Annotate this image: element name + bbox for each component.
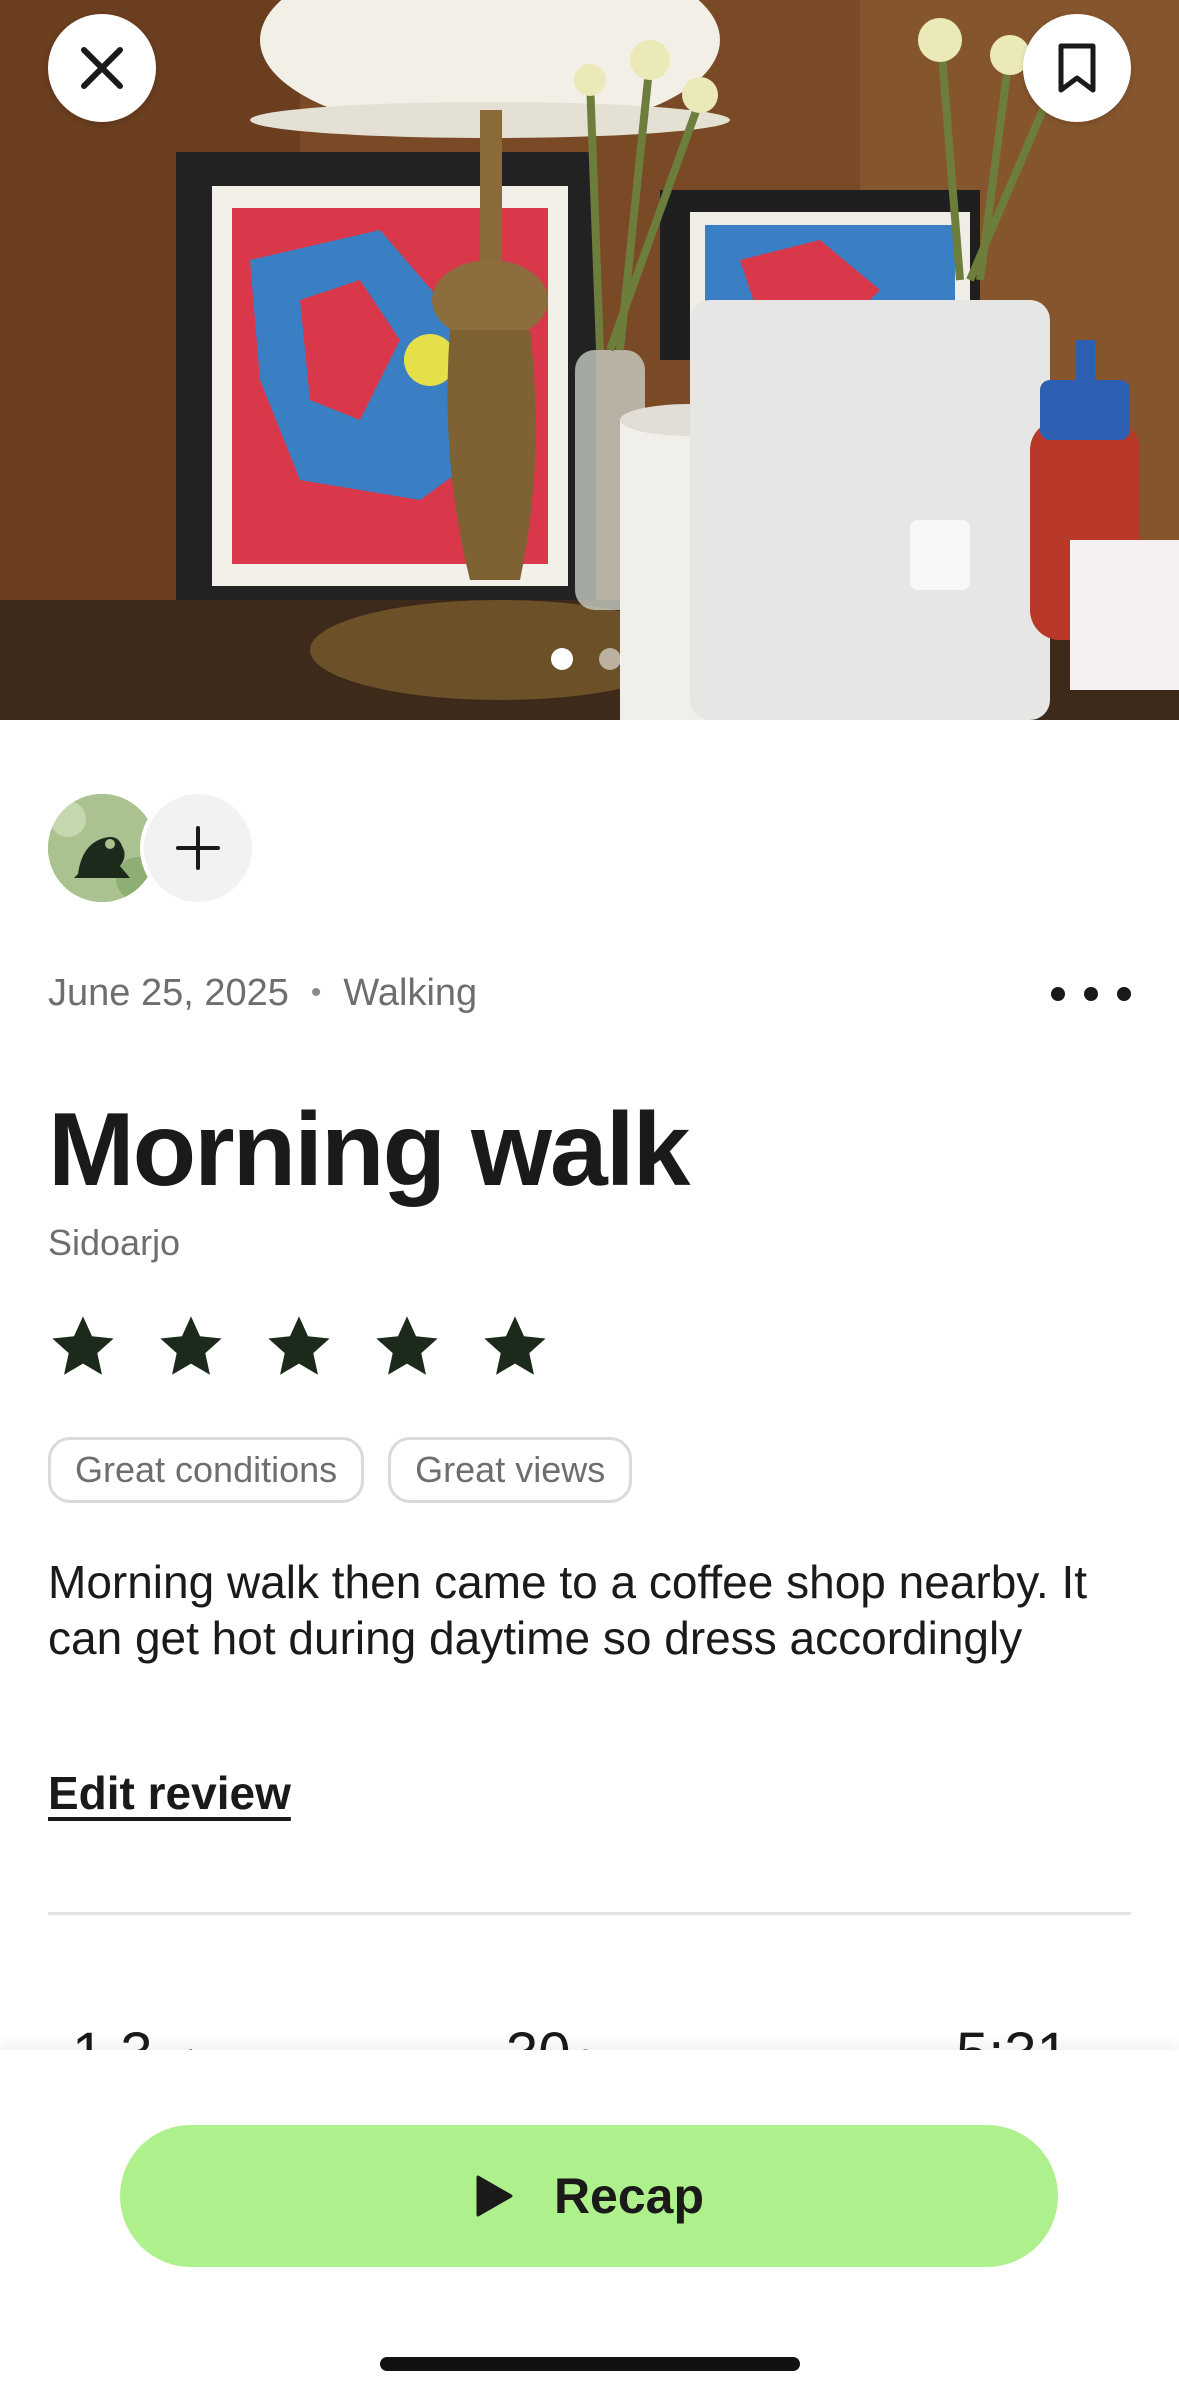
bookmark-button[interactable] (1023, 14, 1131, 122)
more-dot (1084, 987, 1098, 1001)
tag-chip: Great views (388, 1437, 633, 1503)
meta-separator: • (310, 976, 322, 1009)
activity-stats: 1.3mi 30ft 5:31 (0, 2010, 1179, 2050)
carousel-indicator (551, 648, 621, 670)
stat-distance: 1.3mi (72, 2020, 194, 2050)
plus-icon (176, 826, 220, 870)
photo-scene (0, 0, 1179, 720)
activity-photo[interactable] (0, 0, 1179, 720)
recap-button[interactable]: Recap (120, 2125, 1058, 2267)
close-button[interactable] (48, 14, 156, 122)
star-icon (52, 1316, 114, 1375)
recap-label: Recap (553, 2168, 705, 2224)
activity-type: Walking (343, 971, 478, 1014)
carousel-dot-1[interactable] (551, 648, 573, 670)
star-icon (376, 1316, 438, 1375)
more-dot (1117, 987, 1131, 1001)
add-participant-button[interactable] (140, 790, 256, 906)
stat-time: 5:31 (956, 2020, 1069, 2050)
bottom-action-bar: Recap (0, 2050, 1179, 2396)
star-icon (268, 1316, 330, 1375)
review-text: Morning walk then came to a coffee shop … (48, 1556, 1087, 1664)
bookmark-icon (1058, 43, 1096, 93)
page-title: Morning walk (48, 1092, 690, 1208)
close-icon (81, 47, 123, 89)
rating-stars (48, 1312, 550, 1382)
edit-review-link[interactable]: Edit review (48, 1766, 291, 1820)
star-icon (160, 1316, 222, 1375)
stat-value: 1.3 (72, 2021, 153, 2050)
star-icon (484, 1316, 546, 1375)
stat-value: 30 (506, 2021, 571, 2050)
more-horizontal-icon (1051, 987, 1065, 1001)
play-icon (476, 2175, 513, 2217)
more-options-button[interactable] (1051, 972, 1131, 1016)
tag-chip: Great conditions (48, 1437, 365, 1503)
activity-location: Sidoarjo (48, 1222, 181, 1263)
divider (48, 1912, 1131, 1915)
activity-meta: June 25, 2025 • Walking (48, 968, 1131, 1018)
activity-date: June 25, 2025 (48, 971, 289, 1014)
stat-value: 5:31 (956, 2021, 1069, 2050)
review-tags: Great conditions Great views (48, 1437, 633, 1503)
home-indicator (380, 2357, 800, 2371)
carousel-dot-2[interactable] (599, 648, 621, 670)
stat-elevation: 30ft (506, 2020, 596, 2050)
